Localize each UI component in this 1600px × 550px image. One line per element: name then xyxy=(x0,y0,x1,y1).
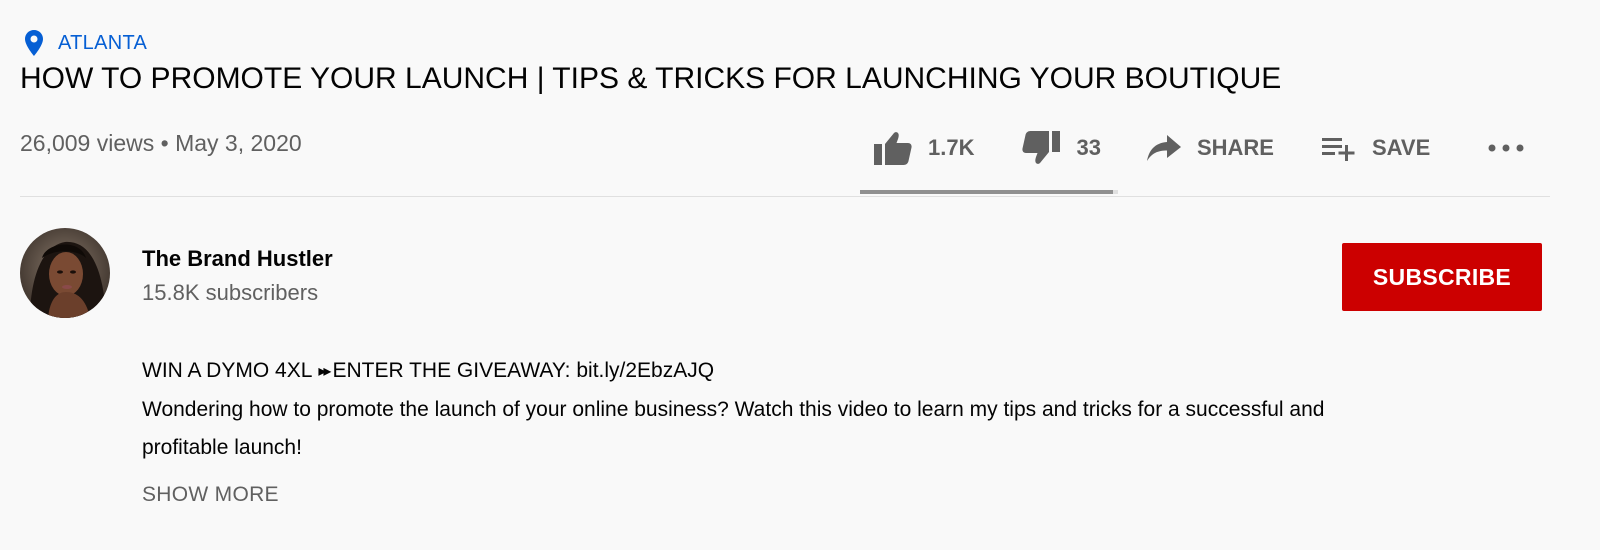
show-more-button[interactable]: SHOW MORE xyxy=(142,483,279,507)
like-count: 1.7K xyxy=(928,135,975,160)
subscriber-count: 15.8K subscribers xyxy=(142,280,319,305)
giveaway-suffix: ENTER THE GIVEAWAY: xyxy=(332,359,577,382)
more-horizontal-icon xyxy=(1488,144,1524,152)
channel-name[interactable]: The Brand Hustler xyxy=(142,246,333,272)
location-pin-icon xyxy=(25,30,43,56)
video-title: HOW TO PROMOTE YOUR LAUNCH | TIPS & TRIC… xyxy=(20,62,1282,95)
location-link[interactable]: ATLANTA xyxy=(24,30,147,56)
thumbs-up-icon xyxy=(874,132,912,165)
share-button[interactable]: SHARE xyxy=(1146,135,1274,161)
view-count: 26,009 views xyxy=(20,130,155,156)
giveaway-link[interactable]: bit.ly/2EbzAJQ xyxy=(576,359,714,382)
subscribe-button[interactable]: SUBSCRIBE xyxy=(1342,243,1542,311)
channel-avatar[interactable] xyxy=(20,228,110,318)
video-primary-info: ATLANTA HOW TO PROMOTE YOUR LAUNCH | TIP… xyxy=(0,0,1600,550)
dislike-count: 33 xyxy=(1076,135,1101,160)
like-button[interactable]: 1.7K xyxy=(874,131,974,165)
video-description: WIN A DYMO 4XL ▸▸ ENTER THE GIVEAWAY: bit.… xyxy=(142,352,1342,467)
thumbs-down-icon xyxy=(1022,131,1061,164)
description-line-giveaway: WIN A DYMO 4XL ▸▸ ENTER THE GIVEAWAY: bit.… xyxy=(142,352,1342,391)
save-label: SAVE xyxy=(1371,135,1431,160)
share-arrow-icon xyxy=(1146,135,1181,161)
like-dislike-sentiment-bar xyxy=(860,190,1118,194)
description-body: Wondering how to promote the launch of y… xyxy=(142,398,1325,459)
more-actions-button[interactable] xyxy=(1488,144,1524,152)
save-button[interactable]: SAVE xyxy=(1321,134,1431,162)
location-label: ATLANTA xyxy=(58,31,148,54)
avatar-image xyxy=(20,228,110,318)
video-meta: 26,009 views • May 3, 2020 xyxy=(20,130,302,157)
share-label: SHARE xyxy=(1196,135,1274,160)
publish-date: May 3, 2020 xyxy=(175,130,302,156)
divider xyxy=(20,196,1550,197)
playlist-add-icon xyxy=(1321,138,1355,161)
meta-separator: • xyxy=(160,130,169,156)
video-actions: 1.7K 33 SHARE SAVE xyxy=(874,126,1524,170)
dislike-button[interactable]: 33 xyxy=(1022,131,1101,165)
giveaway-prefix: WIN A DYMO 4XL xyxy=(142,359,313,382)
arrow-glyphs: ▸▸ xyxy=(318,363,331,380)
